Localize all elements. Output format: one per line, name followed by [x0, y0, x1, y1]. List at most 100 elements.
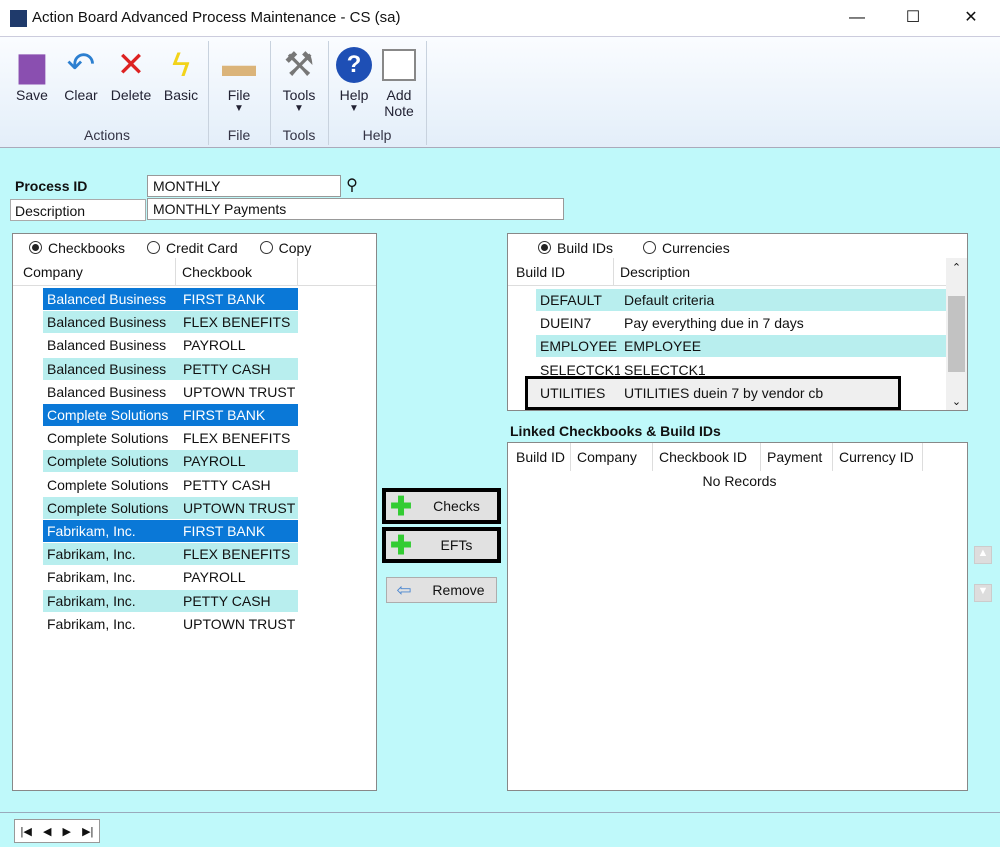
add-efts-button[interactable]: ✚ EFTs	[382, 527, 501, 563]
column-description[interactable]: Description	[614, 258, 946, 286]
checkbook-row[interactable]: Complete Solutions FIRST BANK	[43, 404, 298, 426]
last-record-button[interactable]: ▶|	[82, 825, 93, 838]
basic-label: Basic	[163, 87, 199, 103]
plus-icon: ✚	[390, 491, 412, 521]
next-record-button[interactable]: ▶	[63, 825, 71, 838]
company-cell: Complete Solutions	[47, 430, 169, 447]
help-menu-button[interactable]: ? Help ▼	[334, 43, 374, 114]
company-cell: Balanced Business	[47, 383, 167, 400]
radio-checkbooks[interactable]: Checkbooks	[29, 237, 125, 258]
add-label: Add	[386, 87, 412, 103]
column-company[interactable]: Company	[17, 258, 176, 286]
delete-button[interactable]: ✕ Delete	[108, 43, 154, 103]
checkbook-row[interactable]: Balanced Business PETTY CASH	[43, 357, 298, 380]
radio-build-ids[interactable]: Build IDs	[538, 237, 613, 258]
delete-label: Delete	[110, 87, 152, 103]
close-button[interactable]: ✕	[956, 6, 986, 30]
divider	[426, 41, 427, 145]
checkbook-row[interactable]: Complete Solutions PETTY CASH	[43, 474, 298, 496]
checkbook-row[interactable]: Complete Solutions UPTOWN TRUST	[43, 496, 298, 519]
build-id-cell: DEFAULT	[540, 292, 602, 308]
add-checks-button[interactable]: ✚ Checks	[382, 488, 501, 524]
scroll-thumb[interactable]	[948, 296, 965, 372]
checkbook-row[interactable]: Complete Solutions PAYROLL	[43, 450, 298, 473]
divider	[208, 41, 209, 145]
save-label: Save	[16, 87, 48, 103]
checkbook-row[interactable]: Balanced Business FIRST BANK	[43, 288, 298, 310]
first-record-button[interactable]: |◀	[21, 825, 32, 838]
checkbook-cell: UPTOWN TRUST	[183, 383, 296, 400]
checkbook-row[interactable]: Fabrikam, Inc. PETTY CASH	[43, 589, 298, 612]
lookup-icon[interactable]: ⚲	[341, 175, 363, 197]
group-tools: Tools	[282, 127, 316, 143]
build-id-cell: UTILITIES	[540, 384, 606, 401]
process-id-label: Process ID	[15, 178, 88, 194]
radio-label: Checkbooks	[48, 239, 126, 256]
delete-x-icon: ✕	[116, 46, 146, 84]
company-cell: Balanced Business	[47, 337, 167, 354]
company-cell: Balanced Business	[43, 311, 176, 334]
company-cell: Complete Solutions	[43, 450, 176, 473]
radio-currencies[interactable]: Currencies	[643, 237, 730, 258]
build-id-row[interactable]: EMPLOYEE EMPLOYEE	[536, 335, 946, 358]
scroll-down-icon[interactable]: ⌄	[946, 395, 967, 408]
checkbooks-panel: Checkbooks Credit Card Copy Company Chec…	[12, 233, 377, 791]
scroll-up-icon[interactable]: ⌃	[946, 258, 967, 278]
checkbook-row[interactable]: Balanced Business PAYROLL	[43, 334, 298, 356]
help-label: Help	[339, 87, 369, 103]
previous-record-button[interactable]: ◀	[43, 825, 51, 838]
move-up-button[interactable]: ▲	[974, 546, 992, 564]
column-payment[interactable]: Payment	[761, 443, 833, 471]
checkbook-row[interactable]: Complete Solutions FLEX BENEFITS	[43, 427, 298, 449]
description-label: Description	[10, 199, 146, 221]
title-bar: Action Board Advanced Process Maintenanc…	[0, 0, 1000, 36]
checkbook-row[interactable]: Balanced Business UPTOWN TRUST	[43, 381, 298, 403]
radio-label: Build IDs	[557, 239, 614, 256]
add-note-button[interactable]: Add Note	[378, 43, 420, 119]
checkbook-row[interactable]: Fabrikam, Inc. FIRST BANK	[43, 520, 298, 542]
checkbook-cell: PAYROLL	[176, 450, 298, 473]
column-build-id[interactable]: Build ID	[510, 258, 614, 286]
column-company[interactable]: Company	[571, 443, 653, 471]
checkbook-cell: PETTY CASH	[176, 357, 298, 380]
clear-button[interactable]: ↶ Clear	[60, 43, 102, 103]
maximize-button[interactable]: ☐	[898, 6, 928, 30]
column-checkbook-id[interactable]: Checkbook ID	[653, 443, 761, 471]
column-build-id[interactable]: Build ID	[510, 443, 571, 471]
checkbook-cell: FLEX BENEFITS	[176, 543, 298, 566]
chevron-down-icon: ▼	[349, 103, 359, 114]
linked-title: Linked Checkbooks & Build IDs	[510, 423, 721, 439]
divider	[0, 812, 1000, 813]
checkbook-row[interactable]: Fabrikam, Inc. PAYROLL	[43, 566, 298, 588]
scrollbar[interactable]: ⌃ ⌄	[946, 258, 967, 410]
build-id-row[interactable]: DEFAULT Default criteria	[536, 289, 946, 311]
build-id-row[interactable]: UTILITIES UTILITIES duein 7 by vendor cb	[525, 375, 901, 410]
build-id-row[interactable]: DUEIN7 Pay everything due in 7 days	[536, 312, 946, 334]
checkbook-row[interactable]: Fabrikam, Inc. UPTOWN TRUST	[43, 613, 298, 635]
basic-button[interactable]: ϟ Basic	[160, 43, 202, 104]
folder-icon: ▬	[222, 45, 256, 84]
column-checkbook[interactable]: Checkbook	[176, 258, 298, 286]
chevron-down-icon: ▼	[294, 103, 304, 114]
minimize-button[interactable]: —	[842, 6, 872, 30]
description-cell: Pay everything due in 7 days	[624, 315, 804, 332]
checkbook-cell: UPTOWN TRUST	[183, 615, 296, 632]
file-menu-button[interactable]: ▬ File ▼	[216, 43, 262, 115]
column-currency-id[interactable]: Currency ID	[833, 443, 923, 471]
radio-copy[interactable]: Copy	[259, 237, 311, 258]
checkbook-row[interactable]: Balanced Business FLEX BENEFITS	[43, 311, 298, 334]
checks-label: Checks	[433, 498, 480, 514]
description-cell: Default criteria	[624, 292, 715, 308]
remove-button[interactable]: ⇦ Remove	[386, 577, 497, 603]
description-input[interactable]: MONTHLY Payments	[147, 198, 564, 220]
checkbook-row[interactable]: Fabrikam, Inc. FLEX BENEFITS	[43, 543, 298, 566]
tools-menu-button[interactable]: ⚒ Tools ▼	[276, 43, 322, 114]
company-cell: Balanced Business	[43, 357, 176, 380]
move-down-button[interactable]: ▼	[974, 584, 992, 602]
build-id-row[interactable]: SELECTCK1 SELECTCK1	[536, 359, 946, 381]
tools-label: Tools	[282, 87, 316, 103]
company-cell: Fabrikam, Inc.	[43, 589, 176, 612]
save-button[interactable]: ▆ Save	[12, 43, 52, 103]
process-id-input[interactable]: MONTHLY	[147, 175, 341, 197]
radio-credit-card[interactable]: Credit Card	[147, 237, 238, 258]
